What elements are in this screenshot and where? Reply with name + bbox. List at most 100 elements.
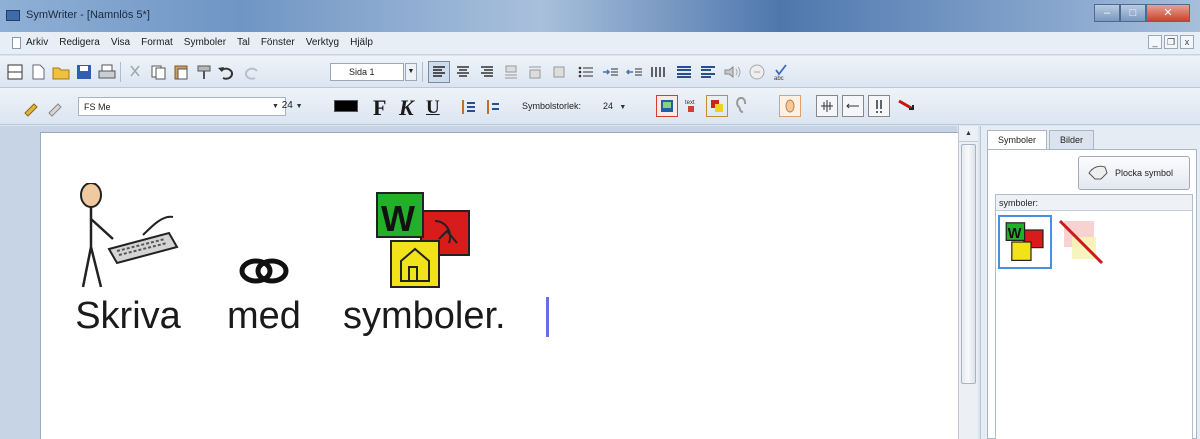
window-controls: – □ ✕ xyxy=(1094,4,1190,24)
format-painter-icon[interactable] xyxy=(193,61,215,83)
bold-button[interactable]: F xyxy=(373,95,386,121)
save-icon[interactable] xyxy=(73,61,95,83)
menu-list: Arkiv Redigera Visa Format Symboler Tal … xyxy=(26,37,384,48)
symbol-choice-widgit[interactable]: W xyxy=(998,215,1052,269)
document-window-controls: _ ❐ x xyxy=(1146,35,1194,49)
font-name-value: FS Me xyxy=(84,102,111,112)
symbol-word[interactable]: med xyxy=(227,173,301,338)
symbol-text-icon[interactable]: text xyxy=(681,95,703,117)
symbol-size-dropdown-arrow[interactable]: ▼ xyxy=(616,104,626,111)
exclamation-icon[interactable] xyxy=(868,95,890,117)
symbol-choices-panel: symboler: W xyxy=(995,194,1193,439)
document-area: Skriva med W symboler. xyxy=(0,126,958,439)
add-symbol-icon[interactable] xyxy=(816,95,838,117)
side-tabs: Symboler Bilder xyxy=(987,130,1096,150)
word-label: med xyxy=(227,295,301,337)
italic-button[interactable]: K xyxy=(399,95,414,121)
scroll-thumb[interactable] xyxy=(961,144,976,384)
tab-bilder[interactable]: Bilder xyxy=(1049,130,1095,150)
pen-icon[interactable] xyxy=(44,96,66,118)
close-button[interactable]: ✕ xyxy=(1146,4,1190,22)
font-name-field[interactable]: FS Me xyxy=(78,97,286,116)
text-color-swatch[interactable] xyxy=(334,100,358,112)
size-dropdown-arrow[interactable]: ▼ xyxy=(296,103,303,110)
text-cursor xyxy=(546,297,549,337)
spellcheck-icon[interactable]: abc xyxy=(770,61,792,83)
speaker-icon[interactable] xyxy=(722,61,744,83)
ear-icon[interactable] xyxy=(730,95,752,117)
symbol-size-select[interactable]: 24 ▼ xyxy=(603,97,647,116)
menu-symboler[interactable]: Symboler xyxy=(184,37,226,48)
symbol-picture-icon[interactable] xyxy=(656,95,678,117)
pick-symbol-button[interactable]: Plocka symbol xyxy=(1078,156,1190,190)
minimize-button[interactable]: – xyxy=(1094,4,1120,22)
highlighter-icon[interactable] xyxy=(20,96,42,118)
underline-button[interactable]: U xyxy=(426,97,440,119)
remove-symbol-icon[interactable] xyxy=(842,95,864,117)
pointer-arrow-icon[interactable] xyxy=(896,95,918,117)
menu-format[interactable]: Format xyxy=(141,37,173,48)
symbol-below-icon[interactable] xyxy=(524,61,546,83)
line-spacing-icon[interactable] xyxy=(673,61,695,83)
outdent-icon[interactable] xyxy=(623,61,645,83)
menu-arkiv[interactable]: Arkiv xyxy=(26,37,48,48)
undo-icon[interactable] xyxy=(216,61,238,83)
align-left-icon[interactable] xyxy=(428,61,450,83)
menu-visa[interactable]: Visa xyxy=(111,37,130,48)
font-dropdown-arrow[interactable]: ▼ xyxy=(272,103,279,110)
print-icon[interactable] xyxy=(96,61,118,83)
side-panel-body: Plocka symbol symboler: W xyxy=(987,149,1197,439)
font-size-select[interactable]: ▼ 24 ▼ xyxy=(272,97,328,116)
table-icon[interactable] xyxy=(647,61,669,83)
symbol-size-value: 24 xyxy=(603,101,614,111)
scroll-up-icon[interactable]: ▲ xyxy=(959,126,978,142)
menu-redigera[interactable]: Redigera xyxy=(59,37,100,48)
align-center-icon[interactable] xyxy=(452,61,474,83)
indent-icon[interactable] xyxy=(599,61,621,83)
menu-verktyg[interactable]: Verktyg xyxy=(306,37,339,48)
symbol-word[interactable]: W symboler. xyxy=(343,173,506,338)
redo-icon[interactable] xyxy=(241,61,263,83)
symbol-color-icon[interactable] xyxy=(706,95,728,117)
document-icon xyxy=(12,37,21,49)
doc-minimize-button[interactable]: _ xyxy=(1148,35,1162,49)
page-selector-dropdown[interactable]: ▼ xyxy=(405,63,417,81)
person-typing-symbol xyxy=(73,173,183,291)
increase-size-icon[interactable] xyxy=(457,96,479,118)
tab-symboler[interactable]: Symboler xyxy=(987,130,1048,150)
paragraph-spacing-icon[interactable] xyxy=(697,61,719,83)
symbol-frame-icon[interactable] xyxy=(779,95,801,117)
symbol-only-icon[interactable] xyxy=(548,61,570,83)
document-page[interactable]: Skriva med W symboler. xyxy=(40,132,958,439)
paste-icon[interactable] xyxy=(170,61,192,83)
symbol-word[interactable]: Skriva xyxy=(73,173,183,338)
speak-settings-icon[interactable] xyxy=(746,61,768,83)
symbol-side-panel: Symboler Bilder Plocka symbol symboler: … xyxy=(980,126,1200,439)
copy-icon[interactable] xyxy=(147,61,169,83)
doc-close-button[interactable]: x xyxy=(1180,35,1194,49)
doc-restore-button[interactable]: ❐ xyxy=(1164,35,1178,49)
bullet-list-icon[interactable] xyxy=(575,61,597,83)
standard-toolbar: Sida 1 ▼ abc xyxy=(0,56,1200,88)
layout-icon[interactable] xyxy=(4,61,26,83)
document-scrollbar[interactable]: ▲ xyxy=(958,126,978,439)
menu-fonster[interactable]: Fönster xyxy=(261,37,295,48)
menu-tal[interactable]: Tal xyxy=(237,37,250,48)
menu-bar: Arkiv Redigera Visa Format Symboler Tal … xyxy=(0,32,1200,55)
open-folder-icon[interactable] xyxy=(50,61,72,83)
menu-hjalp[interactable]: Hjälp xyxy=(350,37,373,48)
decrease-size-icon[interactable] xyxy=(482,96,504,118)
linked-rings-symbol xyxy=(234,173,294,291)
svg-text:abc: abc xyxy=(774,76,784,81)
symbol-size-label: Symbolstorlek: xyxy=(522,101,582,111)
maximize-button[interactable]: □ xyxy=(1120,4,1146,22)
align-right-icon[interactable] xyxy=(476,61,498,83)
cut-icon[interactable] xyxy=(124,61,146,83)
symbols-label: symboler: xyxy=(996,195,1192,211)
symbol-choice-none[interactable] xyxy=(1056,217,1106,267)
symbol-above-icon[interactable] xyxy=(500,61,522,83)
page-selector[interactable]: Sida 1 xyxy=(330,63,404,81)
svg-text:W: W xyxy=(1008,226,1022,242)
new-document-icon[interactable] xyxy=(27,61,49,83)
word-label: symboler. xyxy=(343,295,506,337)
